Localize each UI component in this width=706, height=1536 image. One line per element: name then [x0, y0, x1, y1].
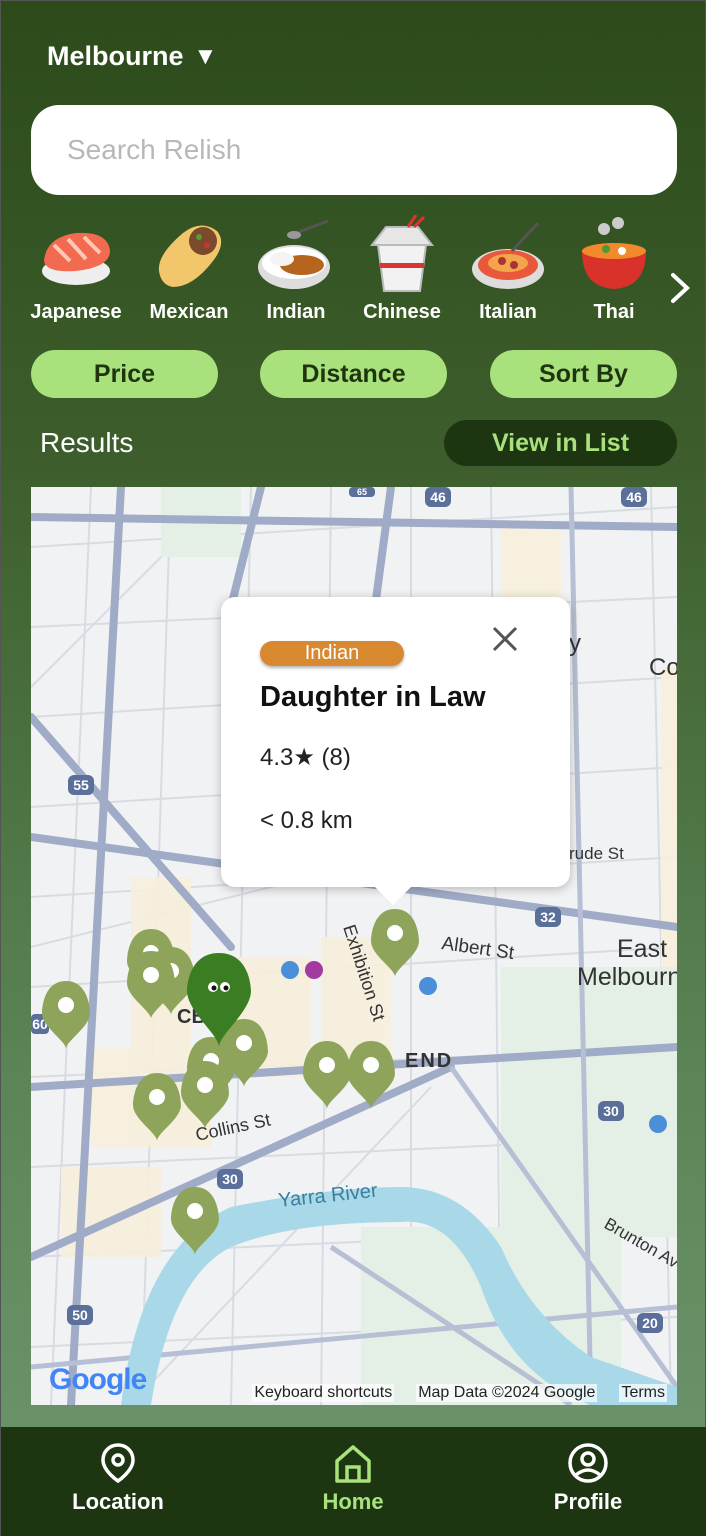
map-pin[interactable] [127, 951, 175, 1019]
sort-by-button[interactable]: Sort By [490, 350, 677, 398]
map-pin[interactable] [133, 1073, 181, 1141]
cuisine-label: Japanese [30, 301, 122, 323]
restaurant-distance: < 0.8 km [260, 807, 353, 834]
profile-icon [568, 1443, 608, 1483]
nav-home[interactable]: Home [268, 1441, 438, 1531]
chevron-right-icon[interactable] [665, 263, 695, 313]
curry-icon [258, 219, 330, 289]
filter-bar: Price Distance Sort By [31, 350, 677, 398]
cuisine-tag: Indian [260, 641, 404, 666]
keyboard-shortcuts-link[interactable]: Keyboard shortcuts [252, 1384, 395, 1402]
view-in-list-button[interactable]: View in List [444, 420, 677, 466]
cuisine-carousel: Japanese Mexican Indian Chinese Italian … [23, 215, 673, 333]
map-attribution: Keyboard shortcuts Map Data ©2024 Google… [31, 1381, 677, 1405]
cuisine-label: Italian [479, 301, 537, 323]
cuisine-label: Thai [593, 301, 635, 323]
takeout-box-icon [369, 215, 435, 292]
cuisine-italian[interactable]: Italian [455, 215, 561, 333]
cuisine-label: Indian [266, 301, 326, 323]
sushi-icon [42, 232, 110, 285]
cuisine-thai[interactable]: Thai [561, 215, 667, 333]
map-pin[interactable] [371, 909, 419, 977]
cuisine-label: Chinese [363, 301, 441, 323]
map-pin[interactable] [171, 1187, 219, 1255]
map-pin[interactable] [181, 1061, 229, 1129]
nav-label: Location [72, 1489, 164, 1514]
cuisine-mexican[interactable]: Mexican [136, 215, 242, 333]
nav-label: Home [322, 1489, 384, 1514]
home-icon [335, 1445, 371, 1483]
restaurant-rating: 4.3★ (8) [260, 744, 351, 771]
city-name: Melbourne [47, 41, 184, 71]
cuisine-japanese[interactable]: Japanese [23, 215, 129, 333]
search-input[interactable] [67, 134, 677, 166]
city-selector[interactable]: Melbourne ▼ [47, 41, 217, 72]
burrito-icon [158, 225, 222, 287]
nav-profile[interactable]: Profile [503, 1441, 673, 1531]
caret-down-icon: ▼ [193, 42, 218, 70]
cuisine-indian[interactable]: Indian [243, 215, 349, 333]
map-pin[interactable] [303, 1041, 351, 1109]
cuisine-chinese[interactable]: Chinese [349, 215, 455, 333]
map-pin[interactable] [347, 1041, 395, 1109]
restaurant-info-popup[interactable]: Indian Daughter in Law 4.3★ (8) < 0.8 km [221, 597, 570, 905]
price-filter-button[interactable]: Price [31, 350, 218, 398]
stew-pot-icon [582, 217, 646, 289]
nav-location[interactable]: Location [33, 1441, 203, 1531]
results-heading: Results [40, 427, 134, 458]
cuisine-label: Mexican [149, 301, 229, 323]
map-pin[interactable] [42, 981, 90, 1049]
search-bar[interactable] [31, 105, 677, 195]
map-data-text: Map Data ©2024 Google [416, 1384, 598, 1402]
terms-link[interactable]: Terms [619, 1384, 667, 1402]
close-icon[interactable] [489, 623, 521, 655]
location-pin-icon [101, 1443, 135, 1484]
app-root: Melbourne ▼ Japanese Mexican [0, 0, 706, 1536]
bottom-nav: Location Home Profile [1, 1427, 706, 1536]
spaghetti-icon [472, 221, 544, 289]
restaurant-name: Daughter in Law [260, 681, 486, 713]
nav-label: Profile [553, 1489, 623, 1514]
distance-filter-button[interactable]: Distance [260, 350, 447, 398]
